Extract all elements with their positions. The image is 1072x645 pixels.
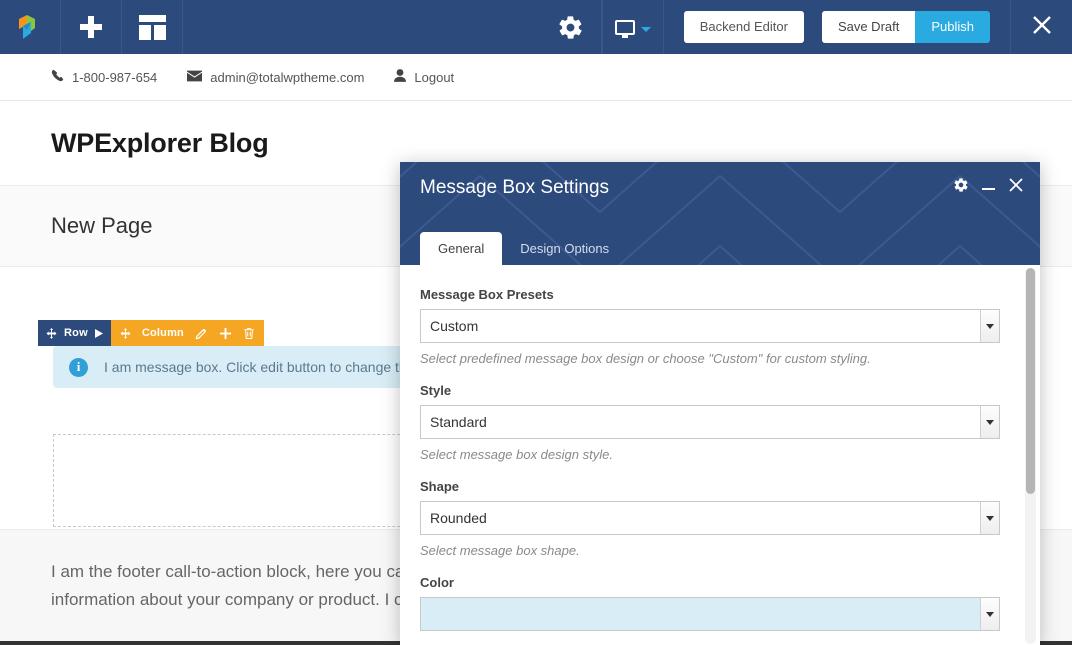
column-control-group[interactable]: Column — [110, 320, 264, 346]
field-message-box-presets: Message Box Presets Custom Select predef… — [420, 287, 1012, 366]
caret-right-icon[interactable] — [94, 328, 103, 338]
field-help: Select message box design style. — [420, 447, 613, 462]
field-label: Style — [420, 383, 452, 398]
tab-design-options[interactable]: Design Options — [502, 232, 627, 265]
modal-scrollbar-thumb[interactable] — [1026, 268, 1035, 494]
layout-grid-icon — [138, 14, 166, 40]
logout-label: Logout — [414, 69, 455, 85]
field-label: Message Box Presets — [420, 287, 554, 302]
row-controls-toolbar: Row Column — [38, 320, 264, 346]
page-settings-button[interactable] — [540, 0, 602, 54]
info-circle-icon: i — [69, 357, 88, 377]
gear-icon[interactable] — [953, 177, 969, 193]
field-shape: Shape Rounded Select message box shape. — [420, 479, 1012, 558]
envelope-icon — [187, 70, 210, 85]
field-help: Select message box shape. — [420, 543, 580, 558]
modal-tabs: General Design Options — [420, 232, 627, 265]
style-select[interactable]: Standard — [420, 405, 1000, 439]
email-info[interactable]: admin@totalwptheme.com — [187, 70, 364, 85]
logout-link[interactable]: Logout — [394, 69, 454, 85]
tab-general[interactable]: General — [420, 232, 503, 265]
minimize-icon[interactable] — [982, 181, 995, 190]
monitor-icon — [614, 19, 635, 38]
email-address: admin@totalwptheme.com — [210, 69, 365, 85]
close-x-icon[interactable] — [1008, 177, 1024, 193]
user-icon — [394, 69, 414, 85]
row-control-group[interactable]: Row — [38, 320, 111, 346]
plus-icon[interactable] — [219, 327, 232, 340]
trash-icon[interactable] — [243, 327, 255, 340]
wpbakery-logo-icon — [17, 13, 43, 41]
field-help: Select predefined message box design or … — [420, 351, 871, 366]
admin-toolbar: Backend Editor Save Draft Publish — [0, 0, 1072, 54]
phone-info[interactable]: 1-800-987-654 — [51, 69, 157, 85]
field-color: Color — [420, 575, 1012, 631]
site-info-bar: 1-800-987-654 admin@totalwptheme.com Log… — [0, 54, 1072, 101]
modal-window-controls — [953, 177, 1024, 193]
gear-icon — [557, 14, 584, 41]
message-box-presets-select[interactable]: Custom — [420, 309, 1000, 343]
modal-title: Message Box Settings — [420, 177, 610, 198]
pencil-icon[interactable] — [195, 327, 208, 340]
editor-action-buttons: Backend Editor Save Draft Publish — [664, 0, 990, 54]
color-select[interactable] — [420, 597, 1000, 631]
add-element-button[interactable] — [61, 0, 122, 54]
phone-icon — [51, 69, 72, 85]
move-arrows-icon[interactable] — [46, 327, 57, 339]
shape-select[interactable]: Rounded — [420, 501, 1000, 535]
responsive-preview-button[interactable] — [601, 0, 664, 54]
phone-number: 1-800-987-654 — [72, 69, 158, 85]
publish-button[interactable]: Publish — [915, 11, 990, 43]
caret-down-icon — [640, 26, 651, 32]
page-title: New Page — [51, 213, 153, 238]
field-style: Style Standard Select message box design… — [420, 383, 1012, 462]
modal-header: Message Box Settings General Design Opti… — [400, 162, 1040, 265]
plus-icon — [80, 16, 102, 38]
message-box-settings-modal: Message Box Settings General Design Opti… — [400, 162, 1040, 645]
column-label: Column — [141, 327, 184, 339]
save-draft-button[interactable]: Save Draft — [821, 11, 916, 43]
close-editor-button[interactable] — [1010, 0, 1072, 54]
templates-button[interactable] — [122, 0, 183, 54]
field-label: Shape — [420, 479, 460, 494]
wpbakery-logo-button[interactable] — [0, 0, 61, 54]
message-box-text: I am message box. Click edit button to c… — [104, 359, 448, 375]
field-label: Color — [420, 575, 454, 590]
site-title: WPExplorer Blog — [51, 127, 269, 158]
modal-scrollbar-track[interactable] — [1025, 268, 1036, 644]
row-label: Row — [64, 327, 88, 339]
move-arrows-icon[interactable] — [120, 327, 131, 339]
modal-body: Message Box Presets Custom Select predef… — [400, 265, 1040, 645]
close-x-icon — [1030, 13, 1054, 42]
backend-editor-button[interactable]: Backend Editor — [683, 11, 804, 43]
